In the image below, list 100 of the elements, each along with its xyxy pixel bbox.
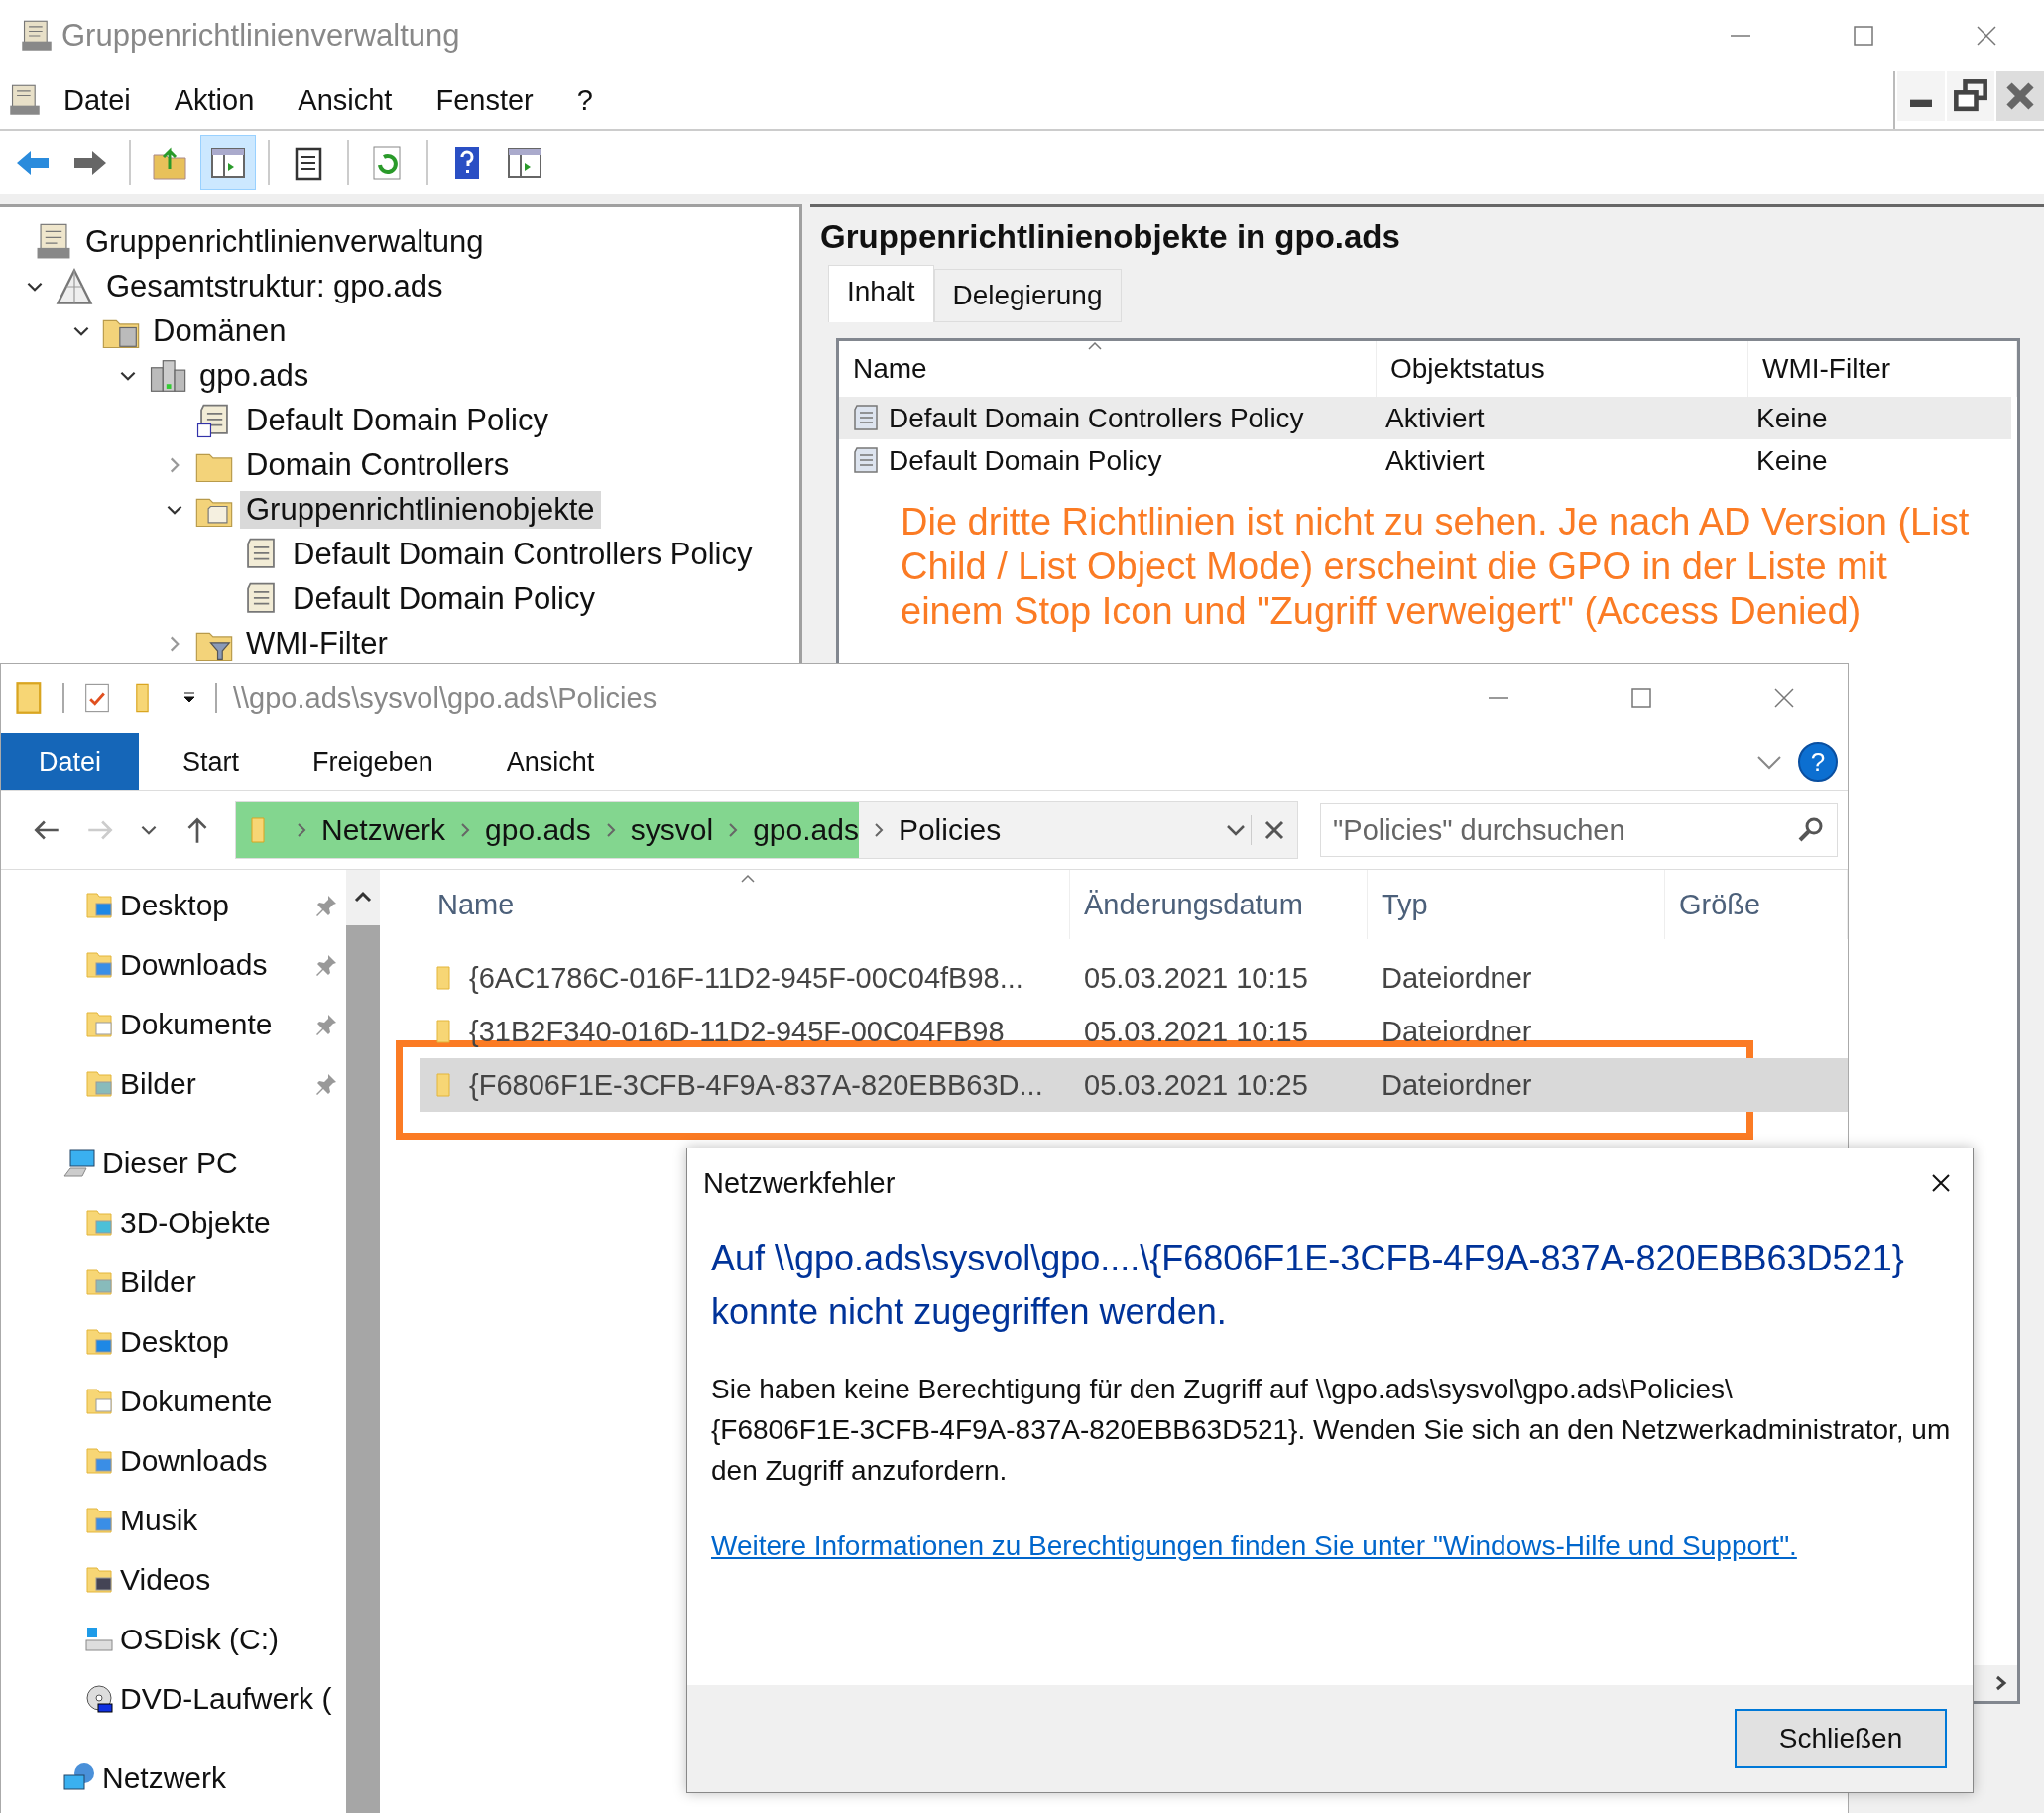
pane-title: Gruppenrichtlinienobjekte in gpo.ads (820, 217, 1401, 257)
sort-icon (740, 874, 756, 884)
disc-icon (84, 1684, 114, 1714)
chevron-right-icon (604, 822, 617, 838)
ribbon-tab[interactable]: Start (153, 733, 270, 790)
pin-icon[interactable] (314, 1013, 338, 1036)
table-cell: Dateiordner (1382, 1068, 1532, 1102)
nav-item[interactable]: Netzwerk (102, 1761, 227, 1795)
list-row[interactable]: Default Domain Controllers Policy Aktiviert Keine (839, 397, 2011, 439)
ribbon-tab[interactable]: Freigeben (283, 733, 463, 790)
close-button[interactable]: Schließen (1735, 1709, 1947, 1768)
nav-item[interactable]: Dieser PC (102, 1147, 238, 1180)
column-header[interactable]: Typ (1368, 870, 1665, 939)
tree-item[interactable]: Default Domain Policy (240, 401, 554, 439)
folder-icon (84, 1327, 114, 1357)
folder-icon (84, 891, 114, 920)
nav-item[interactable]: Desktop (120, 889, 230, 922)
menu-item[interactable]: ? (554, 83, 615, 117)
folder-icon (84, 1208, 114, 1238)
dialog-title: Netzwerkfehler (703, 1166, 896, 1200)
scrollbar[interactable] (346, 870, 380, 1813)
breadcrumb-item[interactable]: Policies (898, 802, 1002, 858)
tree-item[interactable]: gpo.ads (193, 356, 315, 395)
sort-icon (1087, 341, 1103, 351)
breadcrumb-item[interactable]: gpo.ads (753, 802, 859, 858)
folder-icon (84, 950, 114, 980)
folder-icon (84, 1506, 114, 1535)
triangle-icon (55, 266, 94, 306)
tree-item[interactable]: Gruppenrichtlinienobjekte (240, 490, 601, 529)
window-title: \\gpo.ads\sysvol\gpo.ads\Policies (233, 681, 658, 715)
column-header[interactable]: Name (388, 870, 1070, 939)
console-icon[interactable] (8, 83, 42, 117)
annotation-text: Die dritte Richtlinien ist nicht zu sehen. Je nach AD Version (List Child / List Object Mode) erscheint die GPO in der Liste mit einem Stop Icon und "Zugriff verweigert" (Access Denied) (900, 500, 1971, 634)
window-title: Gruppenrichtlinienverwaltung (61, 18, 460, 54)
address-bar[interactable]: Netzwerk gpo.ads sysvol gpo.ads Policies (235, 801, 1298, 859)
breadcrumb-item[interactable]: gpo.ads (485, 802, 591, 858)
list-row[interactable]: Default Domain Policy Aktiviert Keine (839, 439, 2011, 482)
folder-icon (84, 1446, 114, 1476)
table-cell: Keine (1756, 444, 1828, 477)
file-name: {F6806F1E-3CFB-4F9A-837A-820EBB63D... (469, 1068, 1043, 1102)
nav-item[interactable]: Bilder (120, 1067, 196, 1101)
file-row[interactable]: {31B2F340-016D-11D2-945F-00C04FB98 05.03.2021 10:15 Dateiordner (420, 1005, 1848, 1058)
tab[interactable]: Delegierung (933, 269, 1122, 322)
tree-item[interactable]: Gruppenrichtlinienverwaltung (79, 222, 490, 261)
restore-icon[interactable] (1947, 71, 1994, 121)
table-cell: Default Domain Policy (889, 444, 1162, 477)
folder-icon (84, 1268, 114, 1297)
help-button[interactable]: ? (1798, 742, 1838, 782)
pin-icon[interactable] (314, 894, 338, 917)
nav-item[interactable]: Desktop (120, 1325, 230, 1359)
panel-icon[interactable] (200, 135, 256, 190)
chevron-right-icon (727, 822, 740, 838)
column-header[interactable]: Änderungsdatum (1070, 870, 1368, 939)
tree-item[interactable]: Default Domain Policy (287, 579, 601, 618)
nav-item[interactable]: Dokumente (120, 1385, 273, 1418)
nav-item[interactable]: Dokumente (120, 1008, 273, 1041)
nav-item[interactable]: Downloads (120, 948, 268, 982)
nav-item[interactable]: Videos (120, 1563, 211, 1597)
menu-item[interactable]: Fenster (414, 83, 555, 117)
tree-item[interactable]: Default Domain Controllers Policy (287, 535, 759, 573)
breadcrumb-item[interactable]: sysvol (630, 802, 714, 858)
table-cell: Dateiordner (1382, 961, 1532, 995)
pin-icon[interactable] (314, 953, 338, 977)
folder-icon (84, 1010, 114, 1039)
nav-item[interactable]: Musik (120, 1504, 198, 1537)
folder-icon (84, 1565, 114, 1595)
table-cell: Aktiviert (1385, 402, 1485, 434)
console-icon (20, 19, 54, 53)
ribbon-tab[interactable]: Datei (1, 733, 140, 790)
file-row[interactable]: {6AC1786C-016F-11D2-945F-00C04fB98... 05.03.2021 10:15 Dateiordner (420, 951, 1848, 1005)
maximize-icon[interactable] (1852, 24, 1875, 48)
help-link[interactable]: Weitere Informationen zu Berechtigungen finden Sie unter "Windows-Hilfe und Support". (711, 1530, 1797, 1562)
folder-icon (84, 1069, 114, 1099)
chevron-right-icon (459, 822, 472, 838)
table-cell: Dateiordner (1382, 1015, 1532, 1048)
computer-icon (62, 1147, 96, 1180)
table-cell: 05.03.2021 10:15 (1084, 961, 1308, 995)
breadcrumb-item[interactable]: Netzwerk (321, 802, 446, 858)
nav-item[interactable]: Downloads (120, 1444, 268, 1478)
folder-icon (84, 1387, 114, 1416)
nav-item[interactable]: DVD-Laufwerk ( (120, 1682, 332, 1716)
search-field[interactable]: "Policies" durchsuchen (1320, 803, 1838, 857)
menu-item[interactable]: Ansicht (276, 83, 415, 117)
table-cell: 05.03.2021 10:15 (1084, 1015, 1308, 1048)
tab[interactable]: Inhalt (828, 265, 934, 322)
tree-item[interactable]: WMI-Filter (240, 624, 394, 663)
tree-item[interactable]: Gesamtstruktur: gpo.ads (100, 267, 449, 305)
ribbon-tab[interactable]: Ansicht (476, 733, 625, 790)
tree-item[interactable]: Domain Controllers (240, 445, 516, 484)
menu-item[interactable]: Aktion (152, 83, 277, 117)
tree-item[interactable]: Domänen (147, 311, 293, 350)
nav-item[interactable]: OSDisk (C:) (120, 1623, 279, 1656)
column-header[interactable]: Größe (1665, 870, 1848, 939)
nav-item[interactable]: Bilder (120, 1266, 196, 1299)
nav-item[interactable]: 3D-Objekte (120, 1206, 271, 1240)
file-row[interactable]: {F6806F1E-3CFB-4F9A-837A-820EBB63D... 05.03.2021 10:25 Dateiordner (420, 1058, 1848, 1112)
menu-item[interactable]: Datei (42, 83, 153, 117)
pin-icon[interactable] (314, 1072, 338, 1096)
minimize-icon[interactable] (1897, 71, 1945, 121)
maximize-icon[interactable] (1629, 686, 1653, 710)
